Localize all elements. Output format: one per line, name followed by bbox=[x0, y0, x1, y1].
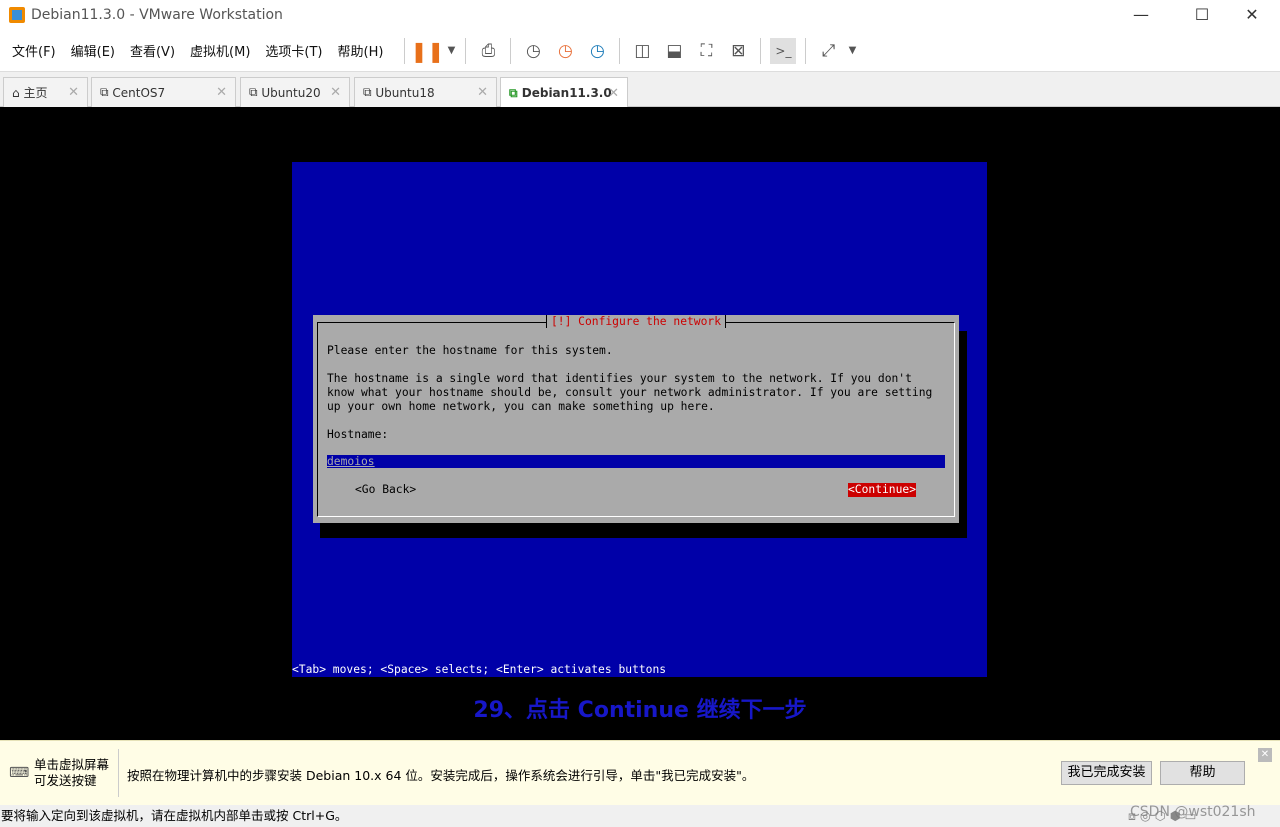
thumbnail-view-icon[interactable]: ⬓ bbox=[661, 38, 687, 64]
description-text: The hostname is a single word that ident… bbox=[327, 372, 933, 413]
menu-help[interactable]: 帮助(H) bbox=[338, 41, 384, 60]
vm-icon: ⧉ bbox=[363, 85, 376, 99]
go-back-button[interactable]: <Go Back> bbox=[355, 483, 416, 497]
close-infobar-button[interactable]: ✕ bbox=[1258, 748, 1272, 762]
menu-edit[interactable]: 编辑(E) bbox=[71, 41, 115, 60]
divider bbox=[760, 37, 762, 64]
divider bbox=[805, 37, 807, 64]
close-icon[interactable]: ✕ bbox=[68, 85, 79, 100]
keyboard-hint: <Tab> moves; <Space> selects; <Enter> ac… bbox=[292, 663, 980, 677]
send-keys-hint: 单击虚拟屏幕 可发送按键 bbox=[34, 757, 110, 788]
title-bar: Debian11.3.0 - VMware Workstation — ☐ ✕ bbox=[0, 0, 1280, 30]
tab-label: CentOS7 bbox=[112, 85, 166, 100]
tab-debian11[interactable]: ⧉ Debian11.3.0 ✕ bbox=[500, 77, 628, 108]
status-text: 要将输入定向到该虚拟机，请在虚拟机内部单击或按 Ctrl+G。 bbox=[1, 808, 348, 823]
pause-icon[interactable]: ❚❚ bbox=[411, 38, 445, 64]
vmware-logo-icon bbox=[9, 7, 25, 23]
fullscreen-icon[interactable]: ⛶ bbox=[693, 38, 719, 64]
watermark: CSDN @wst021sh bbox=[1130, 804, 1256, 820]
tab-label: 主页 bbox=[23, 86, 48, 100]
home-icon: ⌂ bbox=[12, 85, 24, 100]
divider bbox=[619, 37, 621, 64]
info-bar: ⌨ 单击虚拟屏幕 可发送按键 按照在物理计算机中的步骤安装 Debian 10.x… bbox=[0, 740, 1280, 805]
continue-button[interactable]: <Continue> bbox=[848, 483, 917, 497]
stretch-icon[interactable]: ⤢ bbox=[815, 38, 841, 64]
window-title: Debian11.3.0 - VMware Workstation bbox=[31, 7, 283, 23]
close-icon[interactable]: ✕ bbox=[477, 85, 488, 100]
menu-toolbar: 文件(F) 编辑(E) 查看(V) 虚拟机(M) 选项卡(T) 帮助(H) ❚❚… bbox=[0, 30, 1280, 72]
status-bar: 要将输入定向到该虚拟机，请在虚拟机内部单击或按 Ctrl+G。 ⧈ ◎ ⬡ ⬢ … bbox=[0, 804, 1280, 827]
library-view-icon[interactable]: ◫ bbox=[629, 38, 655, 64]
send-ctrl-alt-del-icon[interactable]: ⎙ bbox=[475, 38, 501, 64]
snapshot-icon[interactable]: ◷ bbox=[520, 38, 546, 64]
revert-snapshot-icon[interactable]: ◷ bbox=[552, 38, 578, 64]
divider bbox=[404, 37, 406, 64]
vm-icon: ⧉ bbox=[100, 85, 113, 99]
menu-file[interactable]: 文件(F) bbox=[12, 41, 56, 60]
close-icon[interactable]: ✕ bbox=[216, 85, 227, 100]
close-icon[interactable]: ✕ bbox=[330, 85, 341, 100]
tab-home[interactable]: ⌂ 主页 ✕ bbox=[3, 77, 88, 107]
installation-done-button[interactable]: 我已完成安装 bbox=[1061, 761, 1152, 785]
console-view-icon[interactable]: >_ bbox=[770, 37, 797, 64]
prompt-text: Please enter the hostname for this syste… bbox=[327, 344, 613, 357]
tab-ubuntu18[interactable]: ⧉ Ubuntu18 ✕ bbox=[354, 77, 497, 107]
minimize-button[interactable]: — bbox=[1118, 0, 1164, 30]
tab-label: Ubuntu18 bbox=[375, 85, 435, 100]
menu-view[interactable]: 查看(V) bbox=[130, 41, 175, 60]
tab-label: Debian11.3.0 bbox=[521, 86, 612, 100]
vm-icon: ⧉ bbox=[249, 85, 262, 99]
divider bbox=[465, 37, 467, 64]
close-icon[interactable]: ✕ bbox=[608, 86, 619, 101]
step-caption: 29、点击 Continue 继续下一步 bbox=[473, 698, 807, 723]
divider bbox=[118, 749, 119, 797]
dialog-title: [!] Configure the network bbox=[313, 315, 959, 329]
unity-icon[interactable]: ⊠ bbox=[725, 38, 751, 64]
divider bbox=[510, 37, 512, 64]
keyboard-icon: ⌨ bbox=[9, 765, 30, 781]
close-button[interactable]: ✕ bbox=[1229, 0, 1275, 30]
install-message: 按照在物理计算机中的步骤安装 Debian 10.x 64 位。安装完成后，操作… bbox=[127, 768, 755, 783]
tab-ubuntu20[interactable]: ⧉ Ubuntu20 ✕ bbox=[240, 77, 350, 107]
chevron-down-icon[interactable]: ▼ bbox=[847, 38, 857, 64]
hostname-input[interactable]: demoios bbox=[327, 455, 945, 468]
tab-label: Ubuntu20 bbox=[261, 85, 321, 100]
snapshot-manager-icon[interactable]: ◷ bbox=[584, 38, 610, 64]
menu-vm[interactable]: 虚拟机(M) bbox=[190, 41, 250, 60]
help-button[interactable]: 帮助 bbox=[1160, 761, 1245, 785]
hostname-label: Hostname: bbox=[327, 428, 389, 441]
maximize-button[interactable]: ☐ bbox=[1179, 0, 1225, 30]
menu-tabs[interactable]: 选项卡(T) bbox=[265, 41, 322, 60]
vm-running-icon: ⧉ bbox=[509, 85, 522, 100]
tab-bar: ⌂ 主页 ✕ ⧉ CentOS7 ✕ ⧉ Ubuntu20 ✕ ⧉ Ubuntu18 ✕… bbox=[0, 72, 1280, 108]
tab-centos7[interactable]: ⧉ CentOS7 ✕ bbox=[91, 77, 236, 107]
chevron-down-icon[interactable]: ▼ bbox=[446, 38, 456, 64]
